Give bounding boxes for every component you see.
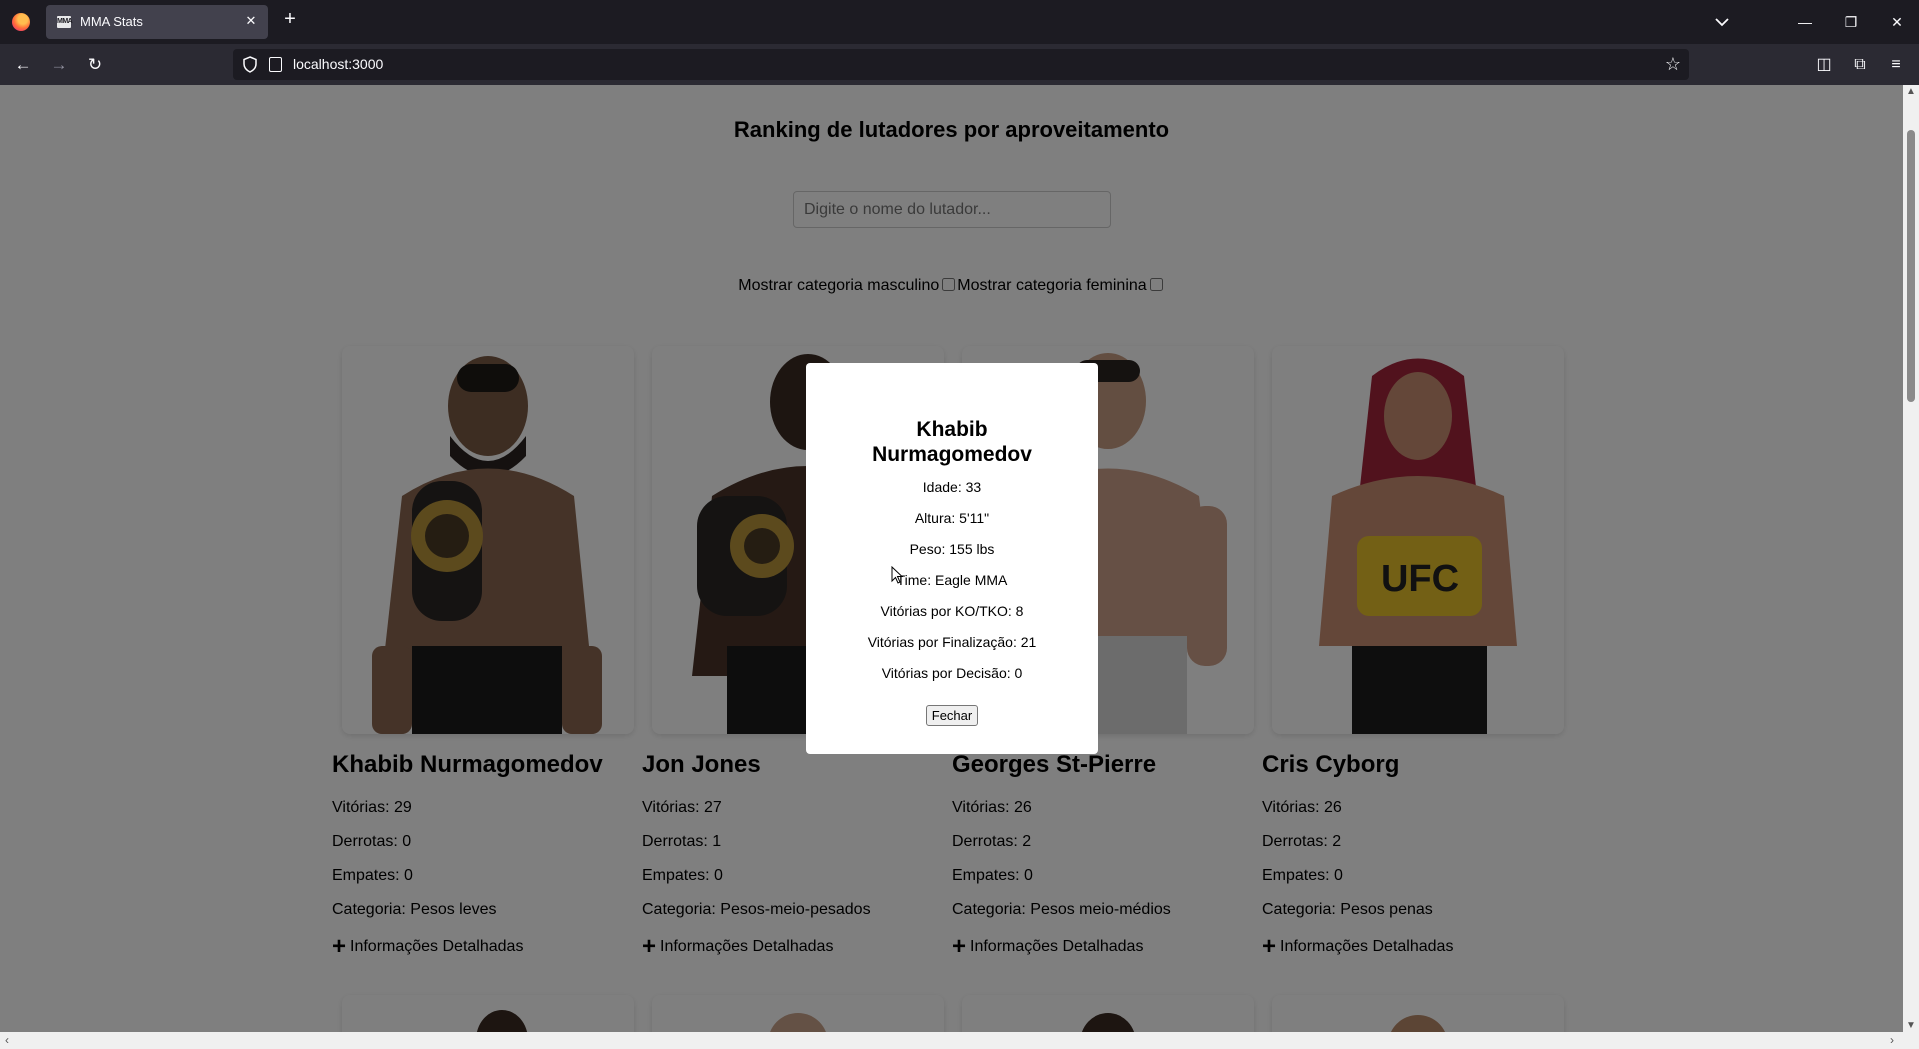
modal-team: Time: Eagle MMA: [896, 572, 1008, 588]
reload-icon[interactable]: ↻: [81, 53, 109, 77]
page-info-icon[interactable]: [269, 57, 282, 72]
tab-favicon-icon: MMA: [57, 16, 73, 28]
scroll-down-icon[interactable]: ▼: [1903, 1020, 1919, 1031]
browser-nav-bar: ← → ↻ localhost:3000 ☆ ◫ ⧉ ≡: [0, 44, 1919, 85]
modal-weight: Peso: 155 lbs: [909, 541, 995, 557]
window-close-icon[interactable]: ✕: [1882, 10, 1912, 34]
new-tab-icon[interactable]: +: [279, 9, 301, 31]
modal-height: Altura: 5'11": [914, 510, 990, 526]
minimize-icon[interactable]: —: [1790, 10, 1820, 34]
firefox-logo-icon: [12, 13, 30, 31]
tracking-shield-icon[interactable]: [242, 56, 258, 73]
page-viewport: Ranking de lutadores por aproveitamento …: [0, 85, 1903, 1032]
close-modal-button[interactable]: Fechar: [926, 705, 978, 726]
pocket-icon[interactable]: ◫: [1812, 53, 1836, 77]
url-bar[interactable]: localhost:3000 ☆: [233, 49, 1689, 80]
fighter-details-modal: Khabib Nurmagomedov Idade: 33 Altura: 5'…: [806, 363, 1098, 754]
browser-tab[interactable]: MMA MMA Stats ✕: [46, 5, 268, 39]
bookmark-star-icon[interactable]: ☆: [1665, 53, 1681, 75]
scroll-up-icon[interactable]: ▲: [1903, 86, 1919, 97]
tab-list-chevron-icon[interactable]: [1710, 10, 1734, 34]
scroll-right-icon[interactable]: ›: [1890, 1033, 1894, 1047]
vertical-scrollbar[interactable]: ▲ ▼: [1903, 85, 1919, 1032]
mouse-cursor-icon: [891, 566, 903, 584]
app-menu-icon[interactable]: ≡: [1884, 53, 1908, 77]
extensions-icon[interactable]: ⧉: [1848, 53, 1872, 77]
scrollbar-thumb[interactable]: [1907, 130, 1915, 402]
browser-tab-bar: MMA MMA Stats ✕ + — ❐ ✕: [0, 0, 1919, 44]
forward-icon[interactable]: →: [45, 53, 73, 77]
horizontal-scrollbar[interactable]: ‹ ›: [0, 1032, 1903, 1049]
modal-fighter-name: Khabib Nurmagomedov: [872, 418, 1032, 466]
scrollbar-corner: [1903, 1032, 1919, 1049]
tab-close-icon[interactable]: ✕: [242, 12, 260, 30]
scroll-left-icon[interactable]: ‹: [5, 1033, 9, 1047]
modal-decision-wins: Vitórias por Decisão: 0: [881, 665, 1023, 681]
modal-ko-wins: Vitórias por KO/TKO: 8: [880, 603, 1024, 619]
tab-title: MMA Stats: [80, 14, 143, 29]
back-icon[interactable]: ←: [9, 53, 37, 77]
url-text[interactable]: localhost:3000: [293, 56, 383, 72]
restore-icon[interactable]: ❐: [1836, 10, 1866, 34]
modal-submission-wins: Vitórias por Finalização: 21: [867, 634, 1037, 650]
modal-age: Idade: 33: [922, 479, 982, 495]
